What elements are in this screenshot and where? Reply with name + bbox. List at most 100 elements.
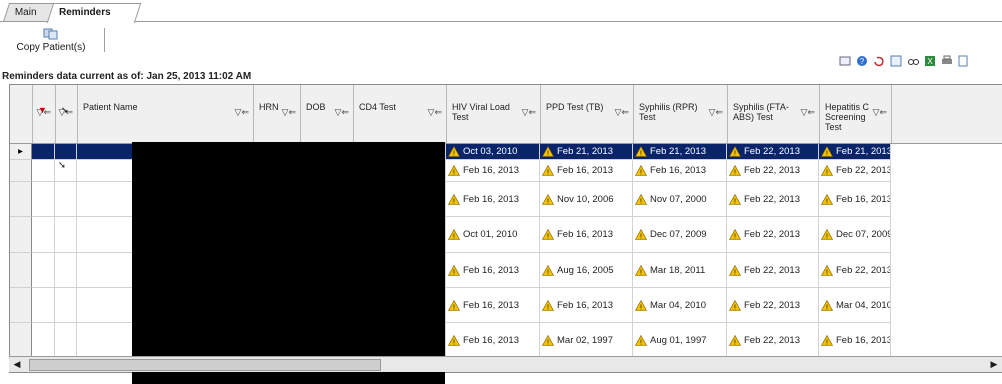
filter-icon[interactable]: ▽⇐	[235, 107, 249, 118]
table-cell[interactable]	[32, 253, 55, 288]
table-cell[interactable]	[32, 288, 55, 323]
table-cell[interactable]: ! Feb 16, 2013	[446, 288, 540, 323]
row-indicator-header	[10, 85, 33, 143]
row-indicator[interactable]	[10, 182, 32, 217]
column-header-5[interactable]: CD4 Test ▽⇐	[353, 85, 447, 143]
table-cell[interactable]: ! Feb 21, 2013	[819, 144, 891, 160]
filter-icon[interactable]: ▽⇐	[709, 107, 723, 118]
table-cell[interactable]: ! Feb 16, 2013	[540, 217, 633, 253]
new-icon[interactable]	[838, 54, 852, 68]
table-cell[interactable]: ! Feb 21, 2013	[633, 144, 727, 160]
table-cell[interactable]: ! Mar 04, 2010	[633, 288, 727, 323]
table-cell[interactable]: ! Feb 16, 2013	[446, 182, 540, 217]
filter-icon[interactable]: ▽⇐	[282, 107, 296, 118]
table-cell[interactable]: ! Nov 07, 2000	[633, 182, 727, 217]
table-cell[interactable]: ! Feb 22, 2013	[727, 144, 819, 160]
table-cell[interactable]	[32, 323, 55, 359]
table-cell[interactable]: ! Mar 18, 2011	[633, 253, 727, 288]
column-header-6[interactable]: HIV Viral Load Test ▽⇐	[446, 85, 541, 143]
table-cell[interactable]: ! Feb 16, 2013	[446, 160, 540, 182]
table-cell[interactable]: ➘	[55, 160, 77, 182]
table-cell[interactable]: ! Feb 16, 2013	[819, 323, 891, 359]
excel-icon[interactable]: X	[923, 54, 937, 68]
table-cell[interactable]: ! Oct 01, 2010	[446, 217, 540, 253]
find-icon[interactable]	[906, 54, 920, 68]
help-icon[interactable]: ?	[855, 54, 869, 68]
column-header-label: Hepatitis C Screening Test	[825, 102, 870, 132]
table-cell[interactable]: ! Feb 16, 2013	[540, 288, 633, 323]
scroll-thumb[interactable]	[29, 359, 381, 371]
column-header-10[interactable]: Hepatitis C Screening Test ▽⇐	[819, 85, 892, 143]
table-cell[interactable]: ! Feb 16, 2013	[540, 160, 633, 182]
scroll-right-icon[interactable]: ▶	[988, 358, 1000, 370]
row-indicator[interactable]	[10, 160, 32, 182]
table-cell[interactable]	[32, 160, 55, 182]
copy-patients-button[interactable]: Copy Patient(s)	[4, 26, 98, 62]
table-cell[interactable]	[32, 182, 55, 217]
table-cell[interactable]	[32, 144, 55, 160]
filter-icon[interactable]: ▽⇐	[428, 107, 442, 118]
column-header-7[interactable]: PPD Test (TB) ▽⇐	[540, 85, 634, 143]
table-cell[interactable]	[32, 217, 55, 253]
print-icon[interactable]	[940, 54, 954, 68]
svg-text:!: !	[826, 151, 828, 158]
refresh-icon[interactable]	[872, 54, 886, 68]
table-cell[interactable]	[55, 182, 77, 217]
table-cell[interactable]: ! Feb 22, 2013	[819, 253, 891, 288]
row-indicator[interactable]: ▸	[10, 144, 32, 160]
table-cell[interactable]: ! Feb 16, 2013	[446, 323, 540, 359]
table-cell[interactable]: ! Mar 02, 1997	[540, 323, 633, 359]
scroll-left-icon[interactable]: ◀	[11, 358, 23, 370]
row-indicator[interactable]	[10, 217, 32, 253]
table-cell[interactable]: ! Feb 22, 2013	[727, 253, 819, 288]
horizontal-scrollbar[interactable]: ◀ ▶	[9, 356, 1002, 372]
filter-icon[interactable]: ▽⇐	[873, 107, 887, 118]
table-cell[interactable]: ! Oct 03, 2010	[446, 144, 540, 160]
table-cell[interactable]: ! Feb 22, 2013	[727, 182, 819, 217]
table-cell[interactable]: ! Feb 22, 2013	[727, 160, 819, 182]
table-cell[interactable]	[55, 144, 77, 160]
row-indicator[interactable]	[10, 323, 32, 359]
row-indicator[interactable]	[10, 288, 32, 323]
column-header-3[interactable]: HRN ▽⇐	[253, 85, 301, 143]
column-header-8[interactable]: Syphilis (RPR) Test ▽⇐	[633, 85, 728, 143]
filter-icon[interactable]: ▽⇐	[615, 107, 629, 118]
table-cell[interactable]: ! Dec 07, 2009	[819, 217, 891, 253]
table-cell[interactable]: ! Feb 16, 2013	[819, 182, 891, 217]
table-cell[interactable]: ! Aug 01, 1997	[633, 323, 727, 359]
filter-icon[interactable]: ▽⇐	[37, 107, 51, 118]
row-indicator[interactable]	[10, 253, 32, 288]
table-cell[interactable]: ! Feb 22, 2013	[819, 160, 891, 182]
reminder-date: Mar 04, 2010	[836, 299, 890, 311]
table-cell[interactable]	[55, 253, 77, 288]
reminder-date: Dec 07, 2009	[836, 229, 890, 240]
table-cell[interactable]	[55, 217, 77, 253]
preview-icon[interactable]	[957, 54, 971, 68]
redacted-patient-info	[132, 142, 445, 384]
column-header-2[interactable]: Patient Name ▽⇐	[77, 85, 254, 143]
column-header-4[interactable]: DOB ▽⇐	[300, 85, 354, 143]
table-cell[interactable]: ! Feb 21, 2013	[540, 144, 633, 160]
filter-icon[interactable]: ▽⇐	[335, 107, 349, 118]
filter-icon[interactable]: ▽⇐	[522, 107, 536, 118]
tab-reminders[interactable]: Reminders	[46, 3, 142, 23]
table-cell[interactable]: ! Feb 22, 2013	[727, 288, 819, 323]
filter-icon[interactable]: ▽⇐	[801, 107, 815, 118]
table-cell[interactable]: ! Feb 16, 2013	[446, 253, 540, 288]
reminder-date: Feb 22, 2013	[744, 335, 800, 346]
table-cell[interactable]: ! Mar 04, 2010	[819, 288, 891, 323]
column-header-1[interactable]: ➘ ▽⇐	[55, 85, 78, 143]
column-header-9[interactable]: Syphilis (FTA-ABS) Test ▽⇐	[727, 85, 820, 143]
table-cell[interactable]	[55, 323, 77, 359]
table-cell[interactable]: ! Feb 22, 2013	[727, 217, 819, 253]
reminder-date: Feb 16, 2013	[650, 165, 706, 176]
column-header-0[interactable]: ▼ ▽⇐	[32, 85, 56, 143]
table-cell[interactable]: ! Aug 16, 2005	[540, 253, 633, 288]
table-cell[interactable]: ! Dec 07, 2009	[633, 217, 727, 253]
filter-icon[interactable]: ▽⇐	[59, 107, 73, 118]
table-cell[interactable]	[55, 288, 77, 323]
table-cell[interactable]: ! Feb 16, 2013	[633, 160, 727, 182]
table-cell[interactable]: ! Feb 22, 2013	[727, 323, 819, 359]
table-cell[interactable]: ! Nov 10, 2006	[540, 182, 633, 217]
edit-icon[interactable]	[889, 54, 903, 68]
